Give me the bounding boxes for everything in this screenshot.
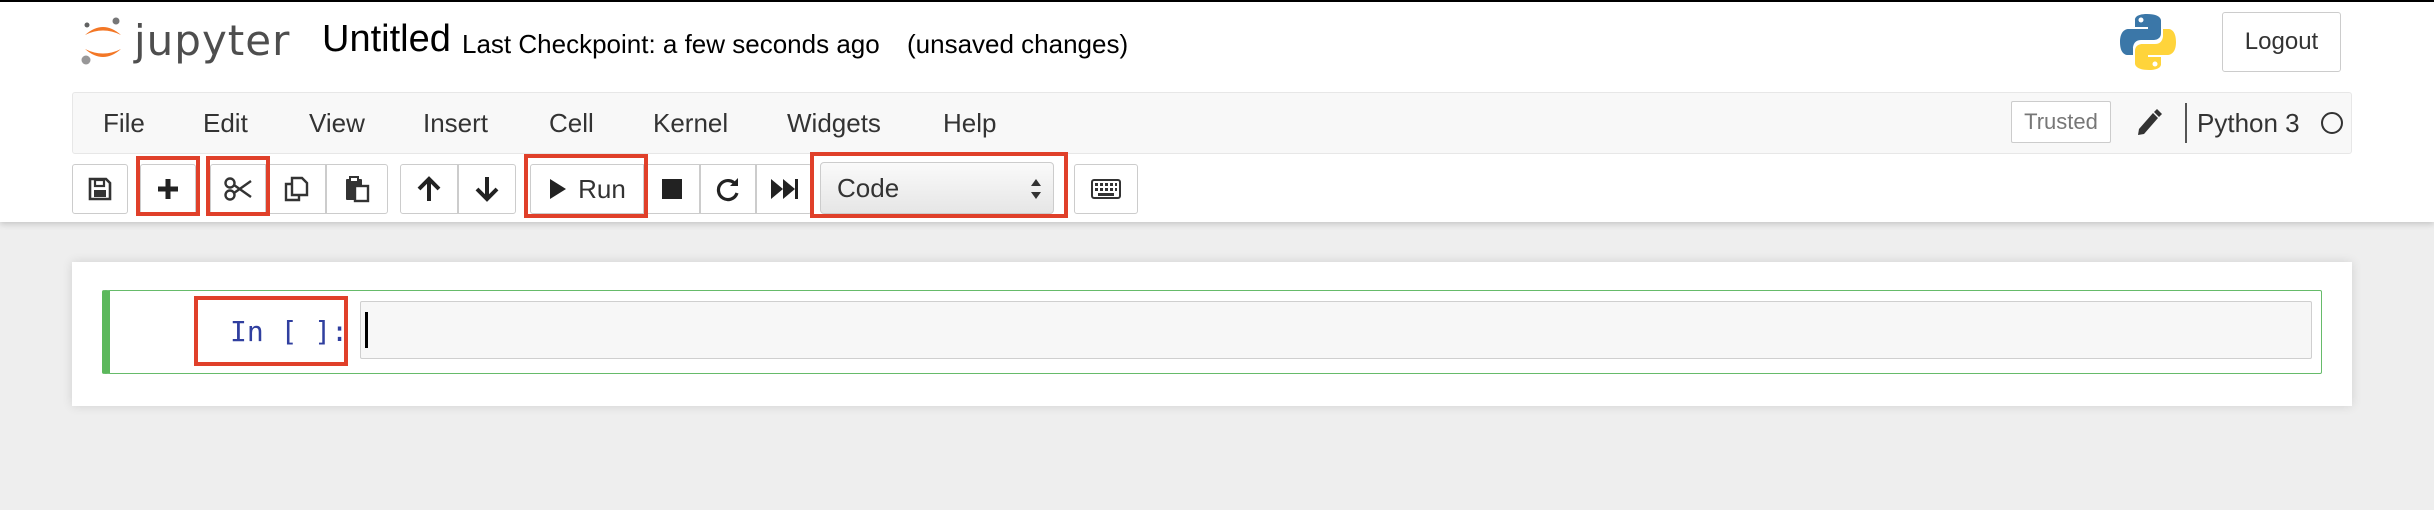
save-button[interactable] (72, 164, 128, 214)
paste-icon (346, 176, 370, 203)
python-logo-icon (2120, 14, 2176, 70)
play-icon (550, 179, 567, 199)
restart-run-all-button[interactable] (756, 164, 812, 214)
move-down-button[interactable] (458, 164, 516, 214)
insert-cell-button[interactable] (140, 164, 196, 214)
menu-widgets[interactable]: Widgets (787, 93, 881, 153)
cut-button[interactable] (210, 164, 266, 214)
text-cursor (365, 312, 368, 348)
menu-edit[interactable]: Edit (203, 93, 248, 153)
menu-view[interactable]: View (309, 93, 365, 153)
run-button-label: Run (578, 173, 626, 204)
cell-type-select[interactable]: Code (820, 162, 1054, 214)
scissors-icon (224, 177, 252, 201)
keyboard-icon (1091, 179, 1121, 199)
kernel-name[interactable]: Python 3 (2197, 93, 2300, 153)
kernel-divider (2185, 103, 2187, 143)
code-input-area[interactable] (360, 301, 2312, 359)
select-arrows-icon (1031, 179, 1041, 199)
jupyter-logo-icon (81, 17, 121, 65)
checkpoint-status: Last Checkpoint: a few seconds ago (462, 29, 880, 59)
trusted-indicator[interactable]: Trusted (2011, 101, 2111, 143)
logout-button[interactable]: Logout (2222, 12, 2341, 72)
input-prompt: In [ ]: (230, 315, 349, 348)
restart-kernel-button[interactable] (700, 164, 756, 214)
autosave-status: (unsaved changes) (907, 29, 1129, 59)
keyboard-shortcuts-button[interactable] (1074, 164, 1138, 214)
arrow-down-icon (475, 177, 499, 202)
stop-icon (662, 179, 682, 199)
menu-kernel[interactable]: Kernel (653, 93, 728, 153)
menu-cell[interactable]: Cell (549, 93, 594, 153)
fast-forward-icon (771, 179, 798, 199)
save-icon (88, 177, 112, 201)
move-up-button[interactable] (400, 164, 458, 214)
plus-icon (158, 179, 178, 199)
menubar: File Edit View Insert Cell Kernel Widget… (72, 92, 2352, 154)
jupyter-logo[interactable]: jupyter (80, 14, 290, 70)
notebook-header: jupyter Untitled Last Checkpoint: a few … (0, 0, 2434, 222)
paste-button[interactable] (326, 164, 388, 214)
menu-help[interactable]: Help (943, 93, 996, 153)
jupyter-logo-text: jupyter (134, 15, 291, 65)
copy-button[interactable] (266, 164, 326, 214)
run-button[interactable]: Run (530, 164, 644, 214)
copy-icon (284, 176, 309, 202)
restart-icon (716, 178, 739, 202)
menu-insert[interactable]: Insert (423, 93, 488, 153)
pencil-icon[interactable] (2135, 107, 2163, 137)
kernel-idle-indicator-icon (2321, 112, 2343, 134)
arrow-up-icon (417, 176, 441, 201)
code-cell[interactable]: In [ ]: (102, 290, 2322, 374)
cell-type-value: Code (837, 173, 900, 203)
notebook-title[interactable]: Untitled (322, 18, 451, 61)
notebook-container: In [ ]: (72, 262, 2352, 406)
menu-file[interactable]: File (103, 93, 145, 153)
interrupt-button[interactable] (644, 164, 700, 214)
